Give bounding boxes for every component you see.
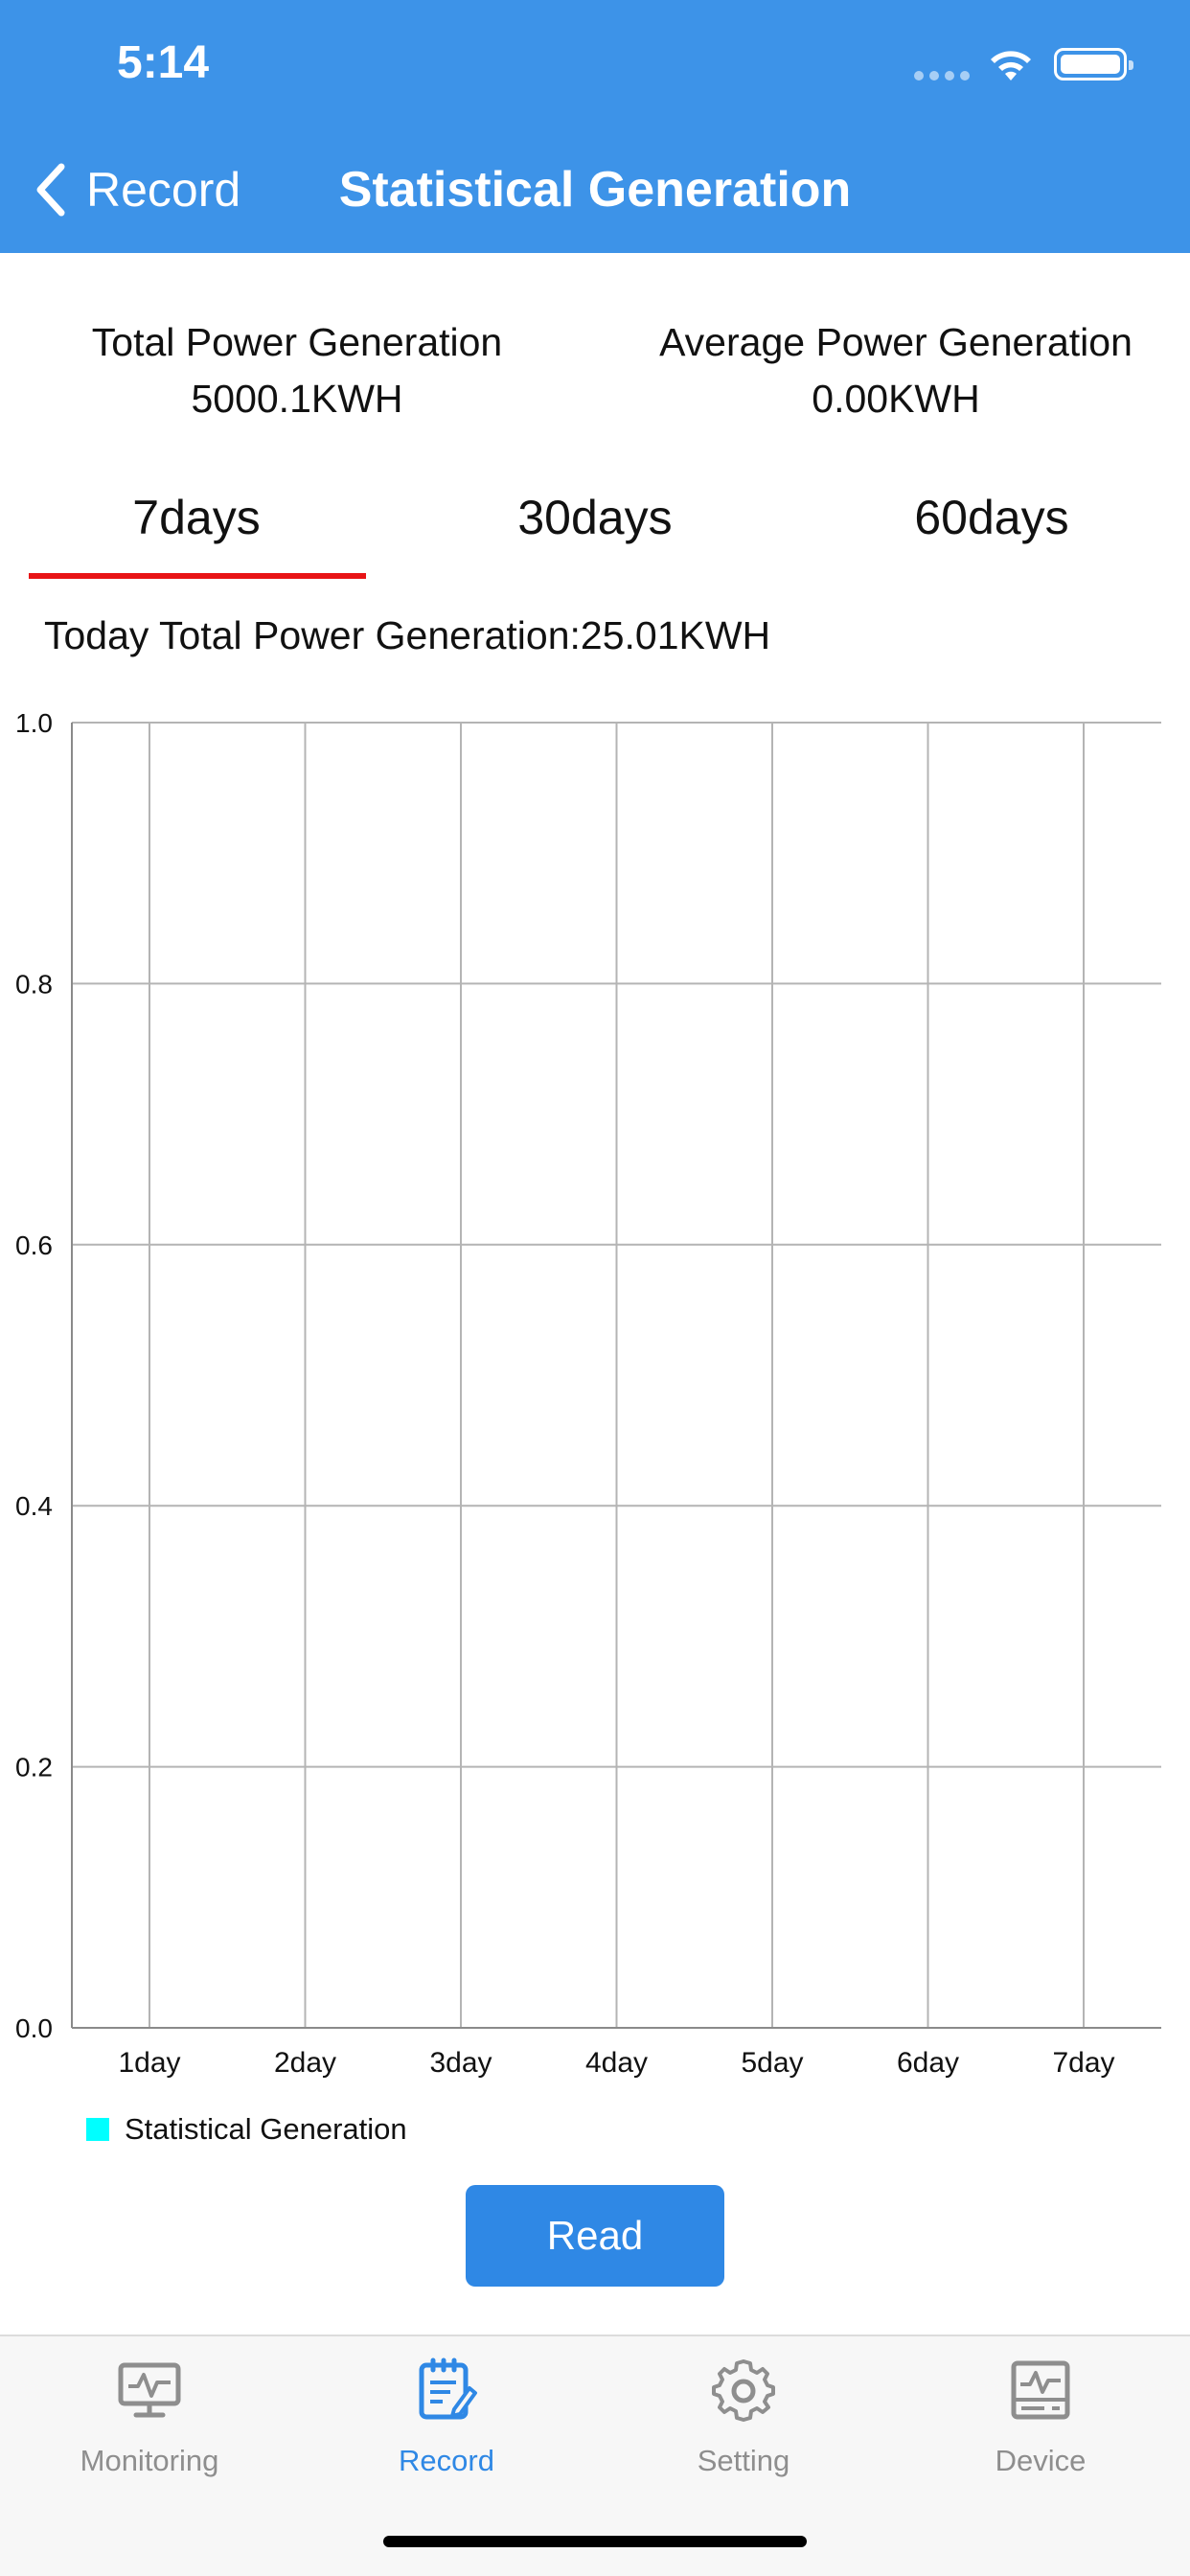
cellular-signal-icon bbox=[914, 71, 970, 80]
legend-label: Statistical Generation bbox=[125, 2112, 407, 2146]
y-tick-label: 1.0 bbox=[15, 708, 53, 738]
tabbar-item-device[interactable]: Device bbox=[916, 2356, 1165, 2509]
y-tick-label: 0.2 bbox=[15, 1753, 53, 1782]
total-generation-summary: Total Power Generation 5000.1KWH bbox=[38, 314, 556, 428]
generation-chart: 0.0 0.2 0.4 0.6 0.8 1.0 1day 2day 3day 4day 5day 6d… bbox=[15, 708, 1161, 2079]
device-icon bbox=[1011, 2360, 1070, 2420]
y-tick-label: 0.4 bbox=[15, 1491, 53, 1521]
home-indicator bbox=[383, 2536, 807, 2547]
x-tick-label: 1day bbox=[118, 2047, 180, 2079]
tabbar-label-monitoring: Monitoring bbox=[80, 2444, 219, 2477]
y-tick-label: 0.6 bbox=[15, 1230, 53, 1260]
selected-tab-indicator bbox=[29, 573, 366, 579]
tab-7days[interactable]: 7days bbox=[14, 479, 378, 575]
monitor-icon bbox=[118, 2362, 181, 2418]
record-icon bbox=[419, 2358, 477, 2420]
average-generation-value: 0.00KWH bbox=[812, 377, 980, 422]
tabbar-item-monitoring[interactable]: Monitoring bbox=[25, 2356, 274, 2509]
x-tick-label: 6day bbox=[897, 2047, 959, 2079]
tabbar-label-device: Device bbox=[995, 2444, 1087, 2477]
today-generation-text: Today Total Power Generation:25.01KWH bbox=[44, 613, 771, 657]
y-tick-label: 0.8 bbox=[15, 969, 53, 999]
tabbar-item-record[interactable]: Record bbox=[322, 2356, 571, 2509]
total-generation-value: 5000.1KWH bbox=[191, 377, 403, 422]
tab-60days[interactable]: 60days bbox=[810, 479, 1174, 575]
chart-legend: Statistical Generation bbox=[86, 2112, 407, 2147]
gear-icon bbox=[712, 2359, 775, 2422]
period-tabs: 7days 30days 60days bbox=[0, 479, 1190, 585]
x-tick-label: 5day bbox=[741, 2047, 803, 2079]
average-generation-summary: Average Power Generation 0.00KWH bbox=[632, 314, 1159, 428]
nav-header: 5:14 Record Statistical Generation bbox=[0, 0, 1190, 253]
total-generation-label: Total Power Generation bbox=[91, 320, 503, 364]
x-tick-label: 7day bbox=[1052, 2047, 1114, 2079]
wifi-icon bbox=[991, 51, 1031, 80]
page-title: Statistical Generation bbox=[338, 162, 852, 218]
read-button[interactable]: Read bbox=[466, 2185, 724, 2287]
status-time: 5:14 bbox=[117, 37, 210, 88]
x-tick-label: 3day bbox=[429, 2047, 492, 2079]
tabbar-item-setting[interactable]: Setting bbox=[619, 2356, 868, 2509]
x-tick-label: 4day bbox=[585, 2047, 648, 2079]
tab-30days[interactable]: 30days bbox=[413, 479, 777, 575]
battery-icon bbox=[1054, 48, 1133, 80]
average-generation-label: Average Power Generation bbox=[659, 320, 1133, 364]
x-tick-label: 2day bbox=[274, 2047, 336, 2079]
tabbar-label-setting: Setting bbox=[697, 2444, 790, 2477]
legend-swatch bbox=[86, 2118, 109, 2141]
y-tick-label: 0.0 bbox=[15, 2013, 53, 2043]
tabbar-label-record: Record bbox=[399, 2444, 494, 2477]
